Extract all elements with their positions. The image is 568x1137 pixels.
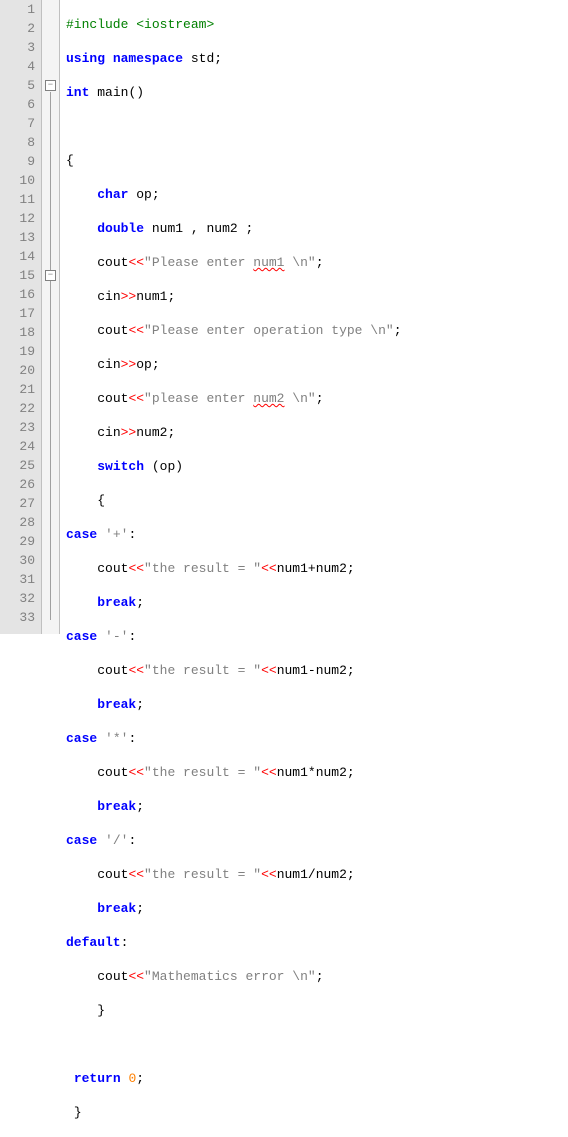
line-number: 24 [0,437,35,456]
spellcheck-underline: num1 [253,255,284,270]
code-line[interactable]: break; [66,695,568,714]
line-number: 10 [0,171,35,190]
code-line[interactable] [66,117,568,136]
line-number: 30 [0,551,35,570]
code-line[interactable]: cout<<"the result = "<<num1+num2; [66,559,568,578]
code-line[interactable]: case '-': [66,627,568,646]
code-line[interactable]: #include <iostream> [66,15,568,34]
line-number: 21 [0,380,35,399]
code-line[interactable]: } [66,1001,568,1020]
code-line[interactable]: cout<<"the result = "<<num1-num2; [66,661,568,680]
line-number: 13 [0,228,35,247]
line-number: 23 [0,418,35,437]
code-line[interactable]: break; [66,797,568,816]
fold-column: − − [42,0,60,634]
spellcheck-underline: num2 [253,391,284,406]
code-line[interactable]: cout<<"the result = "<<num1*num2; [66,763,568,782]
line-number: 18 [0,323,35,342]
code-line[interactable]: using namespace std; [66,49,568,68]
line-number: 3 [0,38,35,57]
code-line[interactable]: switch (op) [66,457,568,476]
line-number: 5 [0,76,35,95]
code-line[interactable]: cin>>num1; [66,287,568,306]
code-line[interactable] [66,1035,568,1054]
line-number: 9 [0,152,35,171]
line-number: 11 [0,190,35,209]
code-line[interactable]: return 0; [66,1069,568,1088]
line-number: 12 [0,209,35,228]
code-line[interactable]: cout<<"Mathematics error \n"; [66,967,568,986]
code-line[interactable]: double num1 , num2 ; [66,219,568,238]
line-number: 22 [0,399,35,418]
line-number: 4 [0,57,35,76]
code-editor[interactable]: #include <iostream> using namespace std;… [60,0,568,634]
line-number: 8 [0,133,35,152]
line-number: 33 [0,608,35,627]
line-number: 19 [0,342,35,361]
code-line[interactable]: break; [66,593,568,612]
code-line[interactable]: char op; [66,185,568,204]
code-line[interactable]: cout<<"the result = "<<num1/num2; [66,865,568,884]
line-number: 16 [0,285,35,304]
line-number: 20 [0,361,35,380]
line-number-gutter: 1 2 3 4 5 6 7 8 9 10 11 12 13 14 15 16 1… [0,0,42,634]
code-line[interactable]: cin>>op; [66,355,568,374]
include-header: <iostream> [136,17,214,32]
code-line[interactable]: case '+': [66,525,568,544]
fold-toggle-icon[interactable]: − [45,80,56,91]
code-line[interactable]: { [66,491,568,510]
line-number: 14 [0,247,35,266]
code-line[interactable]: cout<<"please enter num2 \n"; [66,389,568,408]
line-number: 6 [0,95,35,114]
line-number: 17 [0,304,35,323]
code-line[interactable]: case '/': [66,831,568,850]
code-line[interactable]: } [66,1103,568,1122]
line-number: 1 [0,0,35,19]
line-number: 27 [0,494,35,513]
line-number: 2 [0,19,35,38]
line-number: 28 [0,513,35,532]
line-number: 26 [0,475,35,494]
line-number: 32 [0,589,35,608]
preproc: #include [66,17,128,32]
code-line[interactable]: cin>>num2; [66,423,568,442]
line-number: 29 [0,532,35,551]
fold-guide [50,92,51,620]
code-line[interactable]: cout<<"Please enter operation type \n"; [66,321,568,340]
code-line[interactable]: default: [66,933,568,952]
code-line[interactable]: break; [66,899,568,918]
fold-toggle-icon[interactable]: − [45,270,56,281]
code-line[interactable]: cout<<"Please enter num1 \n"; [66,253,568,272]
line-number: 7 [0,114,35,133]
code-line[interactable]: { [66,151,568,170]
code-line[interactable]: int main() [66,83,568,102]
code-line[interactable]: case '*': [66,729,568,748]
line-number: 25 [0,456,35,475]
line-number: 31 [0,570,35,589]
line-number: 15 [0,266,35,285]
